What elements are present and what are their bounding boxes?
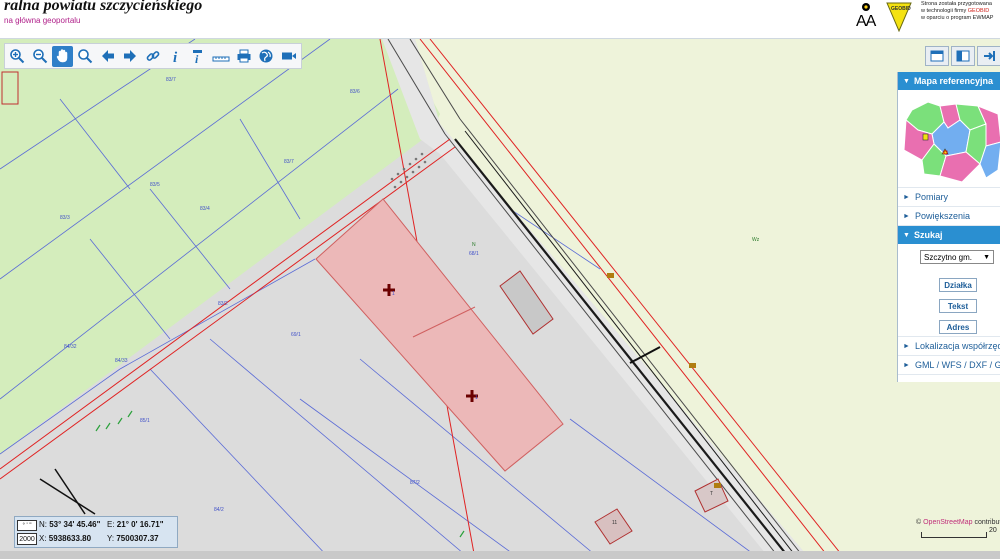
magnifier-icon [78, 49, 93, 64]
print-button[interactable] [233, 46, 254, 67]
svg-text:i: i [173, 50, 178, 64]
x-readout: X: 5938633.80 [39, 534, 92, 543]
section-lokalizacja[interactable]: ►Lokalizacja współrzędnych [898, 337, 1000, 356]
zoom-in-icon [10, 49, 25, 64]
map-toolbar: i i [4, 43, 302, 69]
layout-single-tab[interactable] [925, 46, 949, 66]
font-size-label: AA [856, 13, 876, 30]
info-icon: i [173, 50, 178, 64]
layout-split-tab[interactable] [951, 46, 975, 66]
video-camera-icon [281, 52, 296, 60]
chevron-right-icon: ► [903, 212, 910, 220]
map-attribution: © OpenStreetMap contributors [916, 519, 1000, 526]
coordinate-format-toggle[interactable]: ° ' " [17, 520, 37, 531]
zoom-window-button[interactable] [75, 46, 96, 67]
section-powiekszenia[interactable]: ► Powiększenia [898, 207, 1000, 226]
map-view[interactable]: 83/7 83/7 83/6 83/5 83/4 83/3 83/2 84/32… [0, 39, 1000, 559]
page-title: ralna powiatu szczycieńskiego [4, 0, 203, 14]
header: ralna powiatu szczycieńskiego na główna … [0, 0, 1000, 39]
portal-home-link[interactable]: na główna geoportalu [4, 16, 81, 25]
scale-label: 20 [989, 527, 997, 534]
chevron-down-icon: ▼ [903, 231, 910, 239]
link-button[interactable] [143, 46, 164, 67]
camera-button[interactable] [278, 46, 299, 67]
search-section: Szczytno gm. ▼ Działka Tekst Adres [898, 244, 1000, 337]
info-button[interactable]: i [165, 46, 186, 67]
identify-icon: i [193, 50, 203, 64]
forward-button[interactable] [120, 46, 141, 67]
ruler-icon [212, 56, 230, 62]
back-button[interactable] [97, 46, 118, 67]
zoom-in-button[interactable] [7, 46, 28, 67]
split-window-icon [956, 50, 970, 62]
chevron-down-icon: ▼ [903, 77, 910, 85]
zoom-out-button[interactable] [30, 46, 51, 67]
printer-icon [237, 49, 250, 63]
map-bottom-strip [0, 551, 1000, 559]
svg-text:i: i [195, 52, 199, 64]
section-szukaj[interactable]: ▼ Szukaj [898, 226, 1000, 244]
search-dzialka-button[interactable]: Działka [939, 278, 977, 292]
side-panel: ▼ Mapa referencyjna ► Pomiary ► Powiększeni… [897, 72, 1000, 382]
geobid-logo: GEOBID [885, 0, 913, 33]
chevron-right-icon: ► [903, 342, 910, 350]
chevron-right-icon: ► [903, 361, 910, 369]
section-gml-export[interactable]: ►GML / WFS / DXF / GPX [898, 356, 1000, 375]
section-pomiary[interactable]: ► Pomiary [898, 188, 1000, 207]
globe-button[interactable] [256, 46, 277, 67]
zoom-out-icon [33, 49, 48, 64]
credit-brand: GEOBID [967, 8, 990, 14]
pan-button[interactable] [52, 45, 74, 67]
geobid-logo-text: GEOBID [891, 6, 911, 12]
y-readout: Y: 7500307.37 [107, 534, 159, 543]
credit-line-2: w technologii firmy GEOBID [921, 8, 990, 14]
latitude-readout: N: 53° 34' 45.46" [39, 520, 101, 529]
hand-icon [56, 49, 67, 63]
gmina-select[interactable]: Szczytno gm. ▼ [920, 250, 994, 264]
search-tekst-button[interactable]: Tekst [939, 299, 977, 313]
panel-layout-tabs [925, 46, 1000, 66]
vendor-credit: Strona została przygotowana w technologi… [921, 1, 993, 22]
coordinate-system-toggle[interactable]: 2000 [17, 533, 37, 545]
arrow-right-icon [124, 50, 137, 62]
credit-line-1: Strona została przygotowana [921, 1, 992, 7]
globe-icon [259, 49, 273, 63]
chevron-down-icon: ▼ [983, 253, 990, 261]
measure-button[interactable] [210, 46, 231, 67]
search-adres-button[interactable]: Adres [939, 320, 977, 334]
identify-button[interactable]: i [188, 46, 209, 67]
collapse-right-icon [984, 51, 995, 61]
arrow-left-icon [101, 50, 114, 62]
coordinate-readout: ° ' " 2000 N: 53° 34' 45.46" E: 21° 0' 1… [14, 516, 178, 548]
reference-map[interactable] [898, 90, 1000, 188]
section-reference-map[interactable]: ▼ Mapa referencyjna [898, 72, 1000, 90]
osm-link[interactable]: OpenStreetMap [923, 519, 972, 526]
credit-line-3: w oparciu o program EWMAP [921, 15, 994, 21]
scale-bar [921, 532, 987, 538]
reference-map-graphic [903, 101, 1000, 183]
window-icon [930, 50, 944, 62]
link-icon [146, 51, 160, 61]
font-size-toggle[interactable]: AA [853, 2, 879, 32]
map-canvas[interactable] [0, 39, 1000, 559]
chevron-right-icon: ► [903, 193, 910, 201]
longitude-readout: E: 21° 0' 16.71" [107, 520, 164, 529]
collapse-panel-tab[interactable] [977, 46, 1000, 66]
